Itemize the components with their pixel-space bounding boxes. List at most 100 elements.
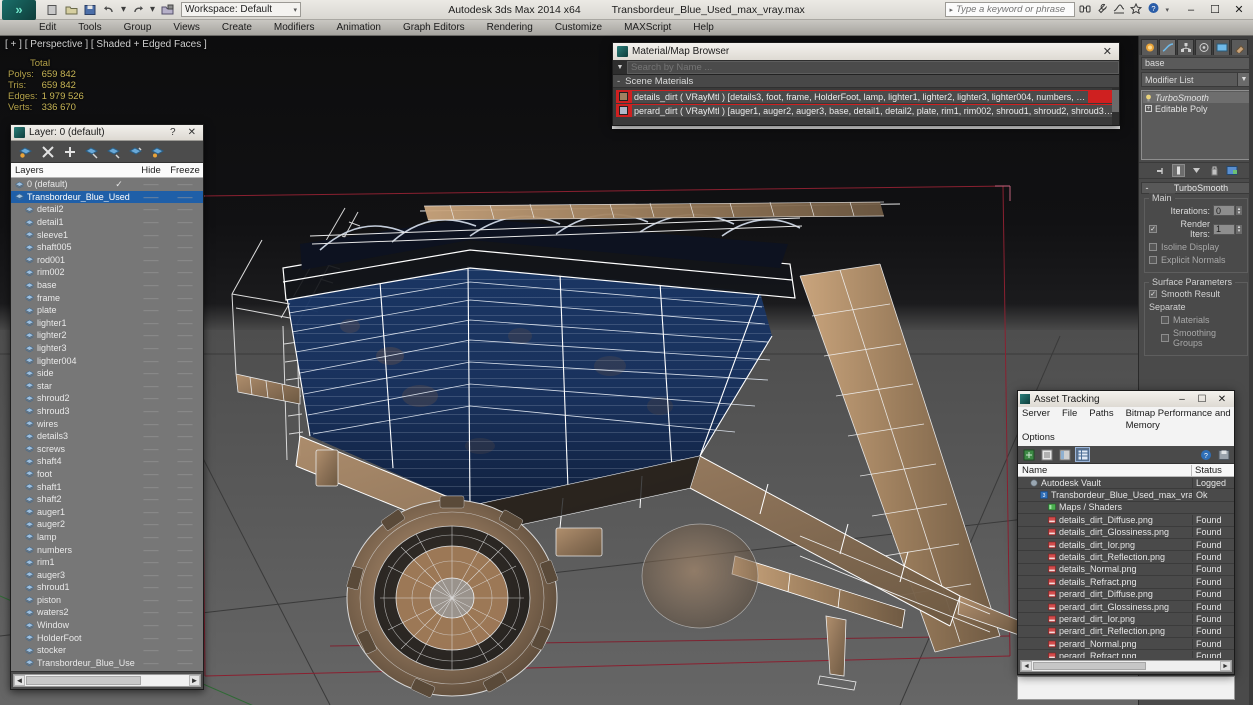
menu-create[interactable]: Create	[211, 20, 263, 36]
workspace-chevron-down-icon[interactable]: ▾	[293, 6, 297, 14]
asset-row[interactable]: perard_Refract.pngFound	[1018, 650, 1234, 658]
layer-row[interactable]: frame––––––	[11, 291, 203, 304]
layer-row[interactable]: detail1––––––	[11, 216, 203, 229]
layer-row[interactable]: Transbordeur_Blue_Used––––––	[11, 191, 203, 204]
layer-freeze-cell[interactable]: –––	[167, 242, 203, 252]
layer-freeze-cell[interactable]: –––	[167, 595, 203, 605]
workspace-selector[interactable]: Workspace: Default ▾	[181, 2, 301, 17]
layer-freeze-cell[interactable]: –––	[167, 545, 203, 555]
add-selection-to-layer-icon[interactable]	[63, 145, 77, 159]
separate-materials-checkbox[interactable]	[1161, 316, 1169, 324]
layer-freeze-cell[interactable]: –––	[167, 620, 203, 630]
search-dropdown-icon[interactable]: ▸	[949, 6, 953, 14]
show-end-result-icon[interactable]	[1172, 164, 1185, 177]
layer-freeze-cell[interactable]: –––	[167, 570, 203, 580]
delete-layer-icon[interactable]	[41, 145, 55, 159]
layer-row[interactable]: base––––––	[11, 279, 203, 292]
menu-help[interactable]: Help	[682, 20, 725, 36]
asset-menu-server[interactable]: Server	[1022, 408, 1050, 432]
viewport-label[interactable]: [ + ] [ Perspective ] [ Shaded + Edged F…	[5, 39, 207, 50]
material-row-details-dirt[interactable]: details_dirt ( VRayMtl ) [details3, foot…	[616, 90, 1117, 103]
layer-freeze-cell[interactable]: –––	[167, 393, 203, 403]
scroll-thumb[interactable]	[1033, 662, 1146, 670]
undo-icon[interactable]	[101, 2, 117, 17]
layer-freeze-cell[interactable]: –––	[167, 494, 203, 504]
new-icon[interactable]	[44, 2, 60, 17]
layer-row[interactable]: lamp––––––	[11, 531, 203, 544]
scene-materials-section-header[interactable]: - Scene Materials	[613, 75, 1119, 88]
layer-row[interactable]: auger2––––––	[11, 518, 203, 531]
modifier-stack-item-editable-poly[interactable]: + Editable Poly	[1143, 103, 1249, 114]
grid-view-icon[interactable]	[1076, 448, 1089, 461]
layer-hide-cell[interactable]: –––	[135, 507, 167, 517]
asset-row[interactable]: perard_Normal.pngFound	[1018, 638, 1234, 650]
layer-freeze-cell[interactable]: –––	[167, 318, 203, 328]
layer-hide-cell[interactable]: –––	[135, 482, 167, 492]
isoline-display-checkbox[interactable]	[1149, 243, 1157, 251]
layer-hide-cell[interactable]: –––	[135, 381, 167, 391]
layer-hide-cell[interactable]: –––	[135, 620, 167, 630]
layer-row[interactable]: detail2––––––	[11, 203, 203, 216]
scroll-left-icon[interactable]: ◄	[14, 675, 25, 686]
layer-row[interactable]: star––––––	[11, 380, 203, 393]
pin-stack-icon[interactable]	[1154, 164, 1167, 177]
separate-smoothing-groups-checkbox[interactable]	[1161, 334, 1169, 342]
layer-freeze-cell[interactable]: –––	[167, 305, 203, 315]
separate-materials-row[interactable]: Materials	[1149, 315, 1243, 325]
layer-freeze-cell[interactable]: –––	[167, 204, 203, 214]
redo-dropdown-icon[interactable]: ▾	[149, 2, 156, 17]
layer-row[interactable]: side––––––	[11, 367, 203, 380]
scroll-left-icon[interactable]: ◄	[1021, 661, 1032, 671]
layer-hide-cell[interactable]: –––	[135, 230, 167, 240]
modifier-list-dropdown[interactable]: Modifier List ▼	[1141, 72, 1251, 87]
asset-row[interactable]: details_dirt_Ior.pngFound	[1018, 539, 1234, 551]
layer-hide-cell[interactable]: –––	[135, 519, 167, 529]
modifier-stack[interactable]: TurboSmooth + Editable Poly	[1141, 90, 1251, 160]
layer-row[interactable]: plate––––––	[11, 304, 203, 317]
layer-hide-cell[interactable]: –––	[135, 431, 167, 441]
asset-row[interactable]: perard_dirt_Ior.pngFound	[1018, 613, 1234, 625]
layer-row[interactable]: auger1––––––	[11, 505, 203, 518]
asset-menu-options[interactable]: Options	[1022, 432, 1055, 444]
asset-row[interactable]: details_dirt_Glossiness.pngFound	[1018, 527, 1234, 539]
window-maximize-button[interactable]: ☐	[1203, 1, 1227, 19]
material-map-browser-dialog[interactable]: Material/Map Browser ✕ ▼ - Scene Materia…	[612, 42, 1120, 126]
smooth-result-checkbox[interactable]: ✓	[1149, 290, 1157, 298]
menu-maxscript[interactable]: MAXScript	[613, 20, 682, 36]
asset-row[interactable]: perard_dirt_Glossiness.pngFound	[1018, 601, 1234, 613]
layer-dialog-close-button[interactable]: ✕	[188, 127, 196, 138]
separate-smoothing-groups-row[interactable]: Smoothing Groups	[1149, 328, 1243, 348]
layer-freeze-cell[interactable]: –––	[167, 192, 203, 202]
layer-freeze-cell[interactable]: –––	[167, 406, 203, 416]
asset-row[interactable]: 3Transbordeur_Blue_Used_max_vray.maxOk	[1018, 489, 1234, 501]
scroll-right-icon[interactable]: ►	[1220, 661, 1231, 671]
layer-freeze-cell[interactable]: –––	[167, 582, 203, 592]
iterations-value[interactable]: 0	[1213, 205, 1235, 216]
render-iters-value[interactable]: 1	[1213, 224, 1235, 235]
asset-row[interactable]: Maps / Shaders	[1018, 502, 1234, 514]
asset-row[interactable]: details_Refract.pngFound	[1018, 576, 1234, 588]
menu-group[interactable]: Group	[113, 20, 163, 36]
layer-freeze-cell[interactable]: –––	[167, 645, 203, 655]
layer-hide-cell[interactable]: –––	[135, 444, 167, 454]
layer-horizontal-scrollbar[interactable]: ◄ ►	[13, 674, 201, 687]
layer-row[interactable]: rim1––––––	[11, 556, 203, 569]
menu-modifiers[interactable]: Modifiers	[263, 20, 326, 36]
layer-freeze-cell[interactable]: –––	[167, 343, 203, 353]
layer-hide-cell[interactable]: –––	[135, 179, 167, 189]
layer-hide-cell[interactable]: –––	[135, 280, 167, 290]
menu-tools[interactable]: Tools	[67, 20, 112, 36]
layer-row[interactable]: sleeve1––––––	[11, 228, 203, 241]
save-icon[interactable]	[82, 2, 98, 17]
render-iters-checkbox[interactable]: ✓	[1149, 225, 1157, 233]
layer-hide-cell[interactable]: –––	[135, 318, 167, 328]
layer-hide-cell[interactable]: –––	[135, 607, 167, 617]
asset-menu-file[interactable]: File	[1062, 408, 1077, 432]
layer-hide-cell[interactable]: –––	[135, 368, 167, 378]
layer-freeze-cell[interactable]: –––	[167, 507, 203, 517]
undo-dropdown-icon[interactable]: ▾	[120, 2, 127, 17]
asset-row[interactable]: perard_dirt_Diffuse.pngFound	[1018, 589, 1234, 601]
redo-icon[interactable]	[130, 2, 146, 17]
layer-freeze-cell[interactable]: –––	[167, 293, 203, 303]
menu-customize[interactable]: Customize	[544, 20, 613, 36]
